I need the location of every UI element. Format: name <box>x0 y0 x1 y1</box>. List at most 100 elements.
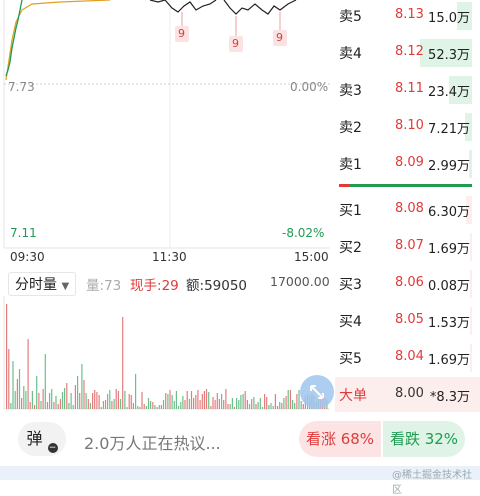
volume-mode-tab[interactable]: 分时量 ▼ <box>8 272 77 296</box>
volume-bar <box>279 402 281 409</box>
volume-bar <box>253 397 255 409</box>
volume-bar <box>199 400 201 409</box>
volume-bar <box>193 398 195 409</box>
price-line <box>149 0 297 15</box>
bid-row-2[interactable]: 买2 8.07 1.69万 <box>335 229 480 266</box>
volume-bar <box>244 391 246 409</box>
big-order-row[interactable]: 大单 8.00 *8.3万 <box>335 377 480 414</box>
ask-row-1[interactable]: 卖1 8.09 2.99万 <box>335 146 480 183</box>
bounce-button[interactable]: 弹 − <box>18 422 66 456</box>
price-low-left: 7.11 <box>10 226 37 240</box>
vol-prefix: 量: <box>86 278 105 294</box>
volume-bar <box>92 393 94 409</box>
volume-bar <box>264 394 266 409</box>
volume-bar <box>77 376 79 409</box>
volume-bar <box>223 400 225 409</box>
volume-bar <box>53 402 55 409</box>
volume-bar <box>227 404 229 409</box>
price-chart[interactable]: 9 9 9 7.73 0.00% 7.11 -8.02% 09:30 11:30… <box>0 0 335 268</box>
volume-bar <box>246 400 248 409</box>
expand-button[interactable] <box>300 375 334 409</box>
order-volume: 7.21万 <box>428 122 470 137</box>
bearish-button[interactable]: 看跌 32% <box>383 421 465 457</box>
volume-bar <box>229 404 231 409</box>
volume-bar <box>126 407 128 409</box>
bid-row-1[interactable]: 买1 8.08 6.30万 <box>335 192 480 229</box>
order-price: 8.13 <box>395 7 424 22</box>
volume-bar <box>184 400 186 409</box>
volume-bar <box>285 396 287 409</box>
bottom-bar: 弹 − 2.0万人正在热议... 看涨 68% 看跌 32% <box>0 412 480 466</box>
volume-bar <box>70 393 72 409</box>
volume-bar <box>113 399 115 409</box>
ask-row-2[interactable]: 卖2 8.10 7.21万 <box>335 109 480 146</box>
volume-bar <box>115 389 117 409</box>
volume-bar <box>66 383 68 409</box>
ask-row-4[interactable]: 卖4 8.12 52.3万 <box>335 35 480 72</box>
bid-row-3[interactable]: 买3 8.06 0.08万 <box>335 266 480 303</box>
order-volume: 23.4万 <box>428 85 470 100</box>
volume-bar <box>197 390 199 409</box>
volume-bar <box>154 405 156 409</box>
volume-bar <box>150 401 152 409</box>
volume-bar <box>111 401 113 409</box>
volume-bar <box>94 390 96 409</box>
volume-bar <box>14 391 16 409</box>
volume-bar <box>61 392 64 409</box>
volume-chart[interactable] <box>0 296 335 411</box>
volume-bar <box>281 403 283 409</box>
order-book: 卖5 8.13 15.0万 卖4 8.12 52.3万 卖3 8.11 23.4万 卖2 8.10 7… <box>335 0 480 414</box>
volume-bar <box>29 402 31 409</box>
volume-bar <box>135 374 137 409</box>
volume-bar <box>132 403 134 409</box>
volume-bar <box>49 393 51 409</box>
volume-bar <box>25 391 27 409</box>
volume-fill-bar <box>470 344 472 372</box>
volume-bar <box>117 391 119 409</box>
volume-bar <box>255 404 257 409</box>
volume-bar <box>21 398 23 409</box>
big-order-label: 大单 <box>339 388 367 404</box>
amount-prefix: 额: <box>186 278 205 294</box>
volume-bar <box>85 393 87 409</box>
order-price: 8.07 <box>395 238 424 253</box>
discussion-text[interactable]: 2.0万人正在热议... <box>84 430 221 454</box>
ask-row-3[interactable]: 卖3 8.11 23.4万 <box>335 72 480 109</box>
volume-bar <box>8 349 10 409</box>
volume-bar <box>141 392 143 409</box>
volume-bar <box>240 395 242 409</box>
volume-bar <box>128 394 130 409</box>
order-price: 8.12 <box>395 44 424 59</box>
volume-bar <box>216 393 218 409</box>
marker-3-label: 9 <box>276 31 283 44</box>
volume-bar <box>79 393 81 409</box>
volume-bar <box>214 400 216 409</box>
volume-bar <box>83 380 85 409</box>
volume-bar <box>283 398 285 409</box>
amount-value: 59050 <box>204 278 248 294</box>
bid-row-5[interactable]: 买5 8.04 1.69万 <box>335 340 480 377</box>
volume-bar <box>212 397 214 409</box>
order-volume: 1.69万 <box>428 353 470 368</box>
volume-bar <box>16 379 18 409</box>
order-price: 8.04 <box>395 349 424 364</box>
volume-bar <box>225 389 227 409</box>
volume-bar <box>57 404 59 409</box>
ask-row-5[interactable]: 卖5 8.13 15.0万 <box>335 0 480 35</box>
volume-bar <box>100 407 102 409</box>
volume-bar <box>287 390 289 409</box>
bullish-button[interactable]: 看涨 68% <box>299 421 381 457</box>
volume-bar <box>238 400 240 409</box>
vol-field: 量:73 <box>86 274 121 294</box>
hand-prefix: 现手: <box>130 278 162 294</box>
volume-bar <box>10 403 12 409</box>
order-side-label: 卖4 <box>339 46 362 62</box>
order-volume: 1.69万 <box>428 242 470 257</box>
volume-bar <box>242 394 244 409</box>
volume-bar <box>156 407 158 409</box>
order-side-label: 买4 <box>339 314 362 330</box>
volume-bar <box>137 406 139 409</box>
bid-row-4[interactable]: 买4 8.05 1.53万 <box>335 303 480 340</box>
volume-bar <box>173 401 175 409</box>
volume-fill-bar <box>470 270 472 298</box>
